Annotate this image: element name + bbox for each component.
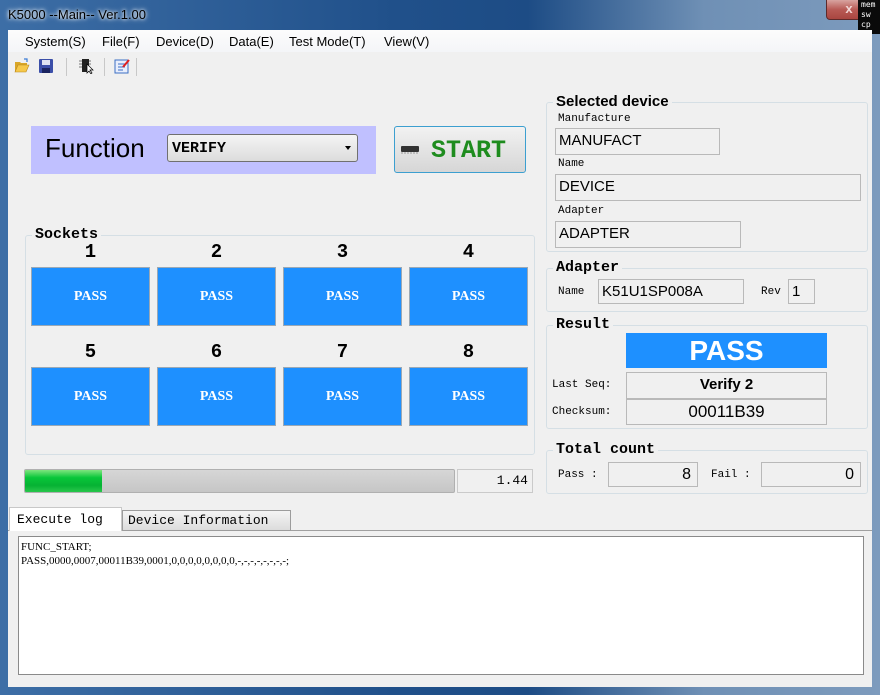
main-window: K5000 --Main-- Ver.1.00 x mem sw cp Syst… bbox=[0, 0, 880, 695]
tooltip-line: sw bbox=[861, 10, 871, 19]
pass-count-label: Pass : bbox=[558, 469, 598, 481]
result-status: PASS bbox=[626, 333, 827, 368]
chevron-down-icon bbox=[345, 146, 351, 150]
fail-count-field: 0 bbox=[761, 462, 861, 487]
last-seq-field: Verify 2 bbox=[626, 372, 827, 399]
edit-icon[interactable] bbox=[114, 58, 130, 74]
menu-data[interactable]: Data(E) bbox=[229, 34, 274, 49]
toolbar-separator bbox=[136, 58, 137, 76]
pass-count-field: 8 bbox=[608, 462, 698, 487]
menu-view[interactable]: View(V) bbox=[384, 34, 429, 49]
adapter-rev-field: 1 bbox=[788, 279, 815, 304]
adapter-label: Adapter bbox=[558, 205, 605, 217]
function-label: Function bbox=[45, 133, 145, 163]
socket-number: 5 bbox=[84, 341, 97, 363]
window-title: K5000 --Main-- Ver.1.00 bbox=[8, 7, 147, 22]
menu-test-mode[interactable]: Test Mode(T) bbox=[289, 34, 366, 49]
execute-log-text[interactable]: FUNC_START; PASS,0000,0007,00011B39,0001… bbox=[18, 536, 864, 675]
menu-device[interactable]: Device(D) bbox=[156, 34, 214, 49]
function-panel: Function VERIFY bbox=[31, 126, 376, 174]
elapsed-time: 1.44 bbox=[457, 469, 533, 493]
chip-icon bbox=[401, 146, 419, 154]
toolbar-separator bbox=[104, 58, 105, 76]
name-label: Name bbox=[558, 158, 585, 170]
socket-number: 7 bbox=[336, 341, 349, 363]
tab-execute-log[interactable]: Execute log bbox=[9, 507, 122, 531]
socket-number: 4 bbox=[462, 241, 475, 263]
socket-number: 6 bbox=[210, 341, 223, 363]
close-icon: x bbox=[845, 1, 853, 16]
adapter-title: Adapter bbox=[553, 259, 623, 276]
checksum-field: 00011B39 bbox=[626, 399, 827, 425]
tooltip-line: cp bbox=[861, 20, 871, 29]
menu-bar: System(S) File(F) Device(D) Data(E) Test… bbox=[8, 30, 872, 52]
tooltip: mem sw cp bbox=[858, 0, 880, 34]
progress-fill bbox=[25, 470, 103, 492]
adapter-rev-label: Rev bbox=[761, 286, 781, 298]
socket-status-8[interactable]: PASS bbox=[409, 367, 528, 426]
adapter-name-field: K51U1SP008A bbox=[598, 279, 744, 304]
start-label: START bbox=[431, 136, 507, 165]
selected-device-title: Selected device bbox=[553, 93, 672, 110]
socket-status-1[interactable]: PASS bbox=[31, 267, 150, 326]
socket-status-6[interactable]: PASS bbox=[157, 367, 276, 426]
client-area: System(S) File(F) Device(D) Data(E) Test… bbox=[8, 30, 872, 687]
socket-status-5[interactable]: PASS bbox=[31, 367, 150, 426]
manufacture-field: MANUFACT bbox=[555, 128, 720, 155]
device-name-field: DEVICE bbox=[555, 174, 861, 201]
tab-device-information[interactable]: Device Information bbox=[122, 510, 291, 531]
socket-status-2[interactable]: PASS bbox=[157, 267, 276, 326]
adapter-name-label: Name bbox=[558, 286, 585, 298]
function-select[interactable]: VERIFY bbox=[167, 134, 358, 162]
menu-system[interactable]: System(S) bbox=[25, 34, 86, 49]
socket-number: 8 bbox=[462, 341, 475, 363]
socket-number: 3 bbox=[336, 241, 349, 263]
menu-file[interactable]: File(F) bbox=[102, 34, 140, 49]
toolbar bbox=[8, 52, 872, 78]
socket-status-4[interactable]: PASS bbox=[409, 267, 528, 326]
select-device-icon[interactable] bbox=[78, 58, 94, 74]
last-seq-label: Last Seq: bbox=[552, 379, 612, 391]
manufacture-label: Manufacture bbox=[558, 113, 631, 125]
toolbar-separator bbox=[66, 58, 67, 76]
socket-number: 2 bbox=[210, 241, 223, 263]
total-count-title: Total count bbox=[553, 441, 659, 458]
function-select-value: VERIFY bbox=[172, 140, 227, 157]
open-folder-icon[interactable] bbox=[14, 58, 30, 74]
fail-count-label: Fail : bbox=[711, 469, 751, 481]
result-title: Result bbox=[553, 316, 614, 333]
progress-bar bbox=[24, 469, 455, 493]
socket-number: 1 bbox=[84, 241, 97, 263]
socket-status-7[interactable]: PASS bbox=[283, 367, 402, 426]
socket-status-3[interactable]: PASS bbox=[283, 267, 402, 326]
adapter-field: ADAPTER bbox=[555, 221, 741, 248]
checksum-label: Checksum: bbox=[552, 406, 612, 418]
title-bar: K5000 --Main-- Ver.1.00 x bbox=[0, 0, 880, 30]
start-button[interactable]: START bbox=[394, 126, 526, 173]
save-icon[interactable] bbox=[38, 58, 54, 74]
tooltip-line: mem bbox=[861, 0, 876, 9]
